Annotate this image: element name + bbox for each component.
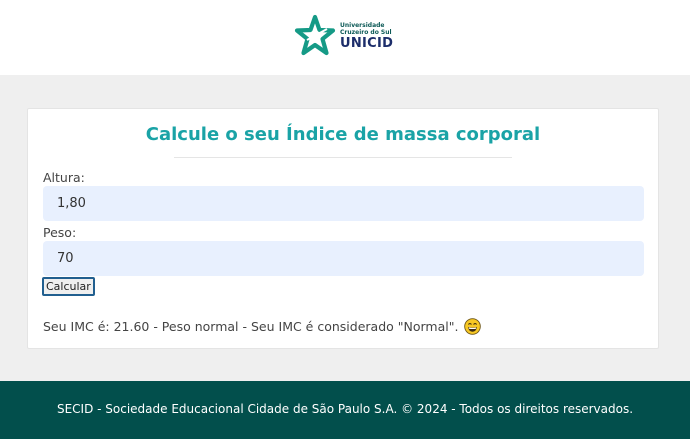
title-divider (174, 157, 512, 158)
grinning-face-emoji-icon (464, 318, 482, 335)
bmi-calculator-card: Calcule o seu Índice de massa corporal A… (27, 108, 659, 349)
weight-input[interactable] (43, 241, 644, 276)
logo-line-1: Universidade (340, 22, 385, 29)
logo-line-2: Cruzeiro do Sul (340, 29, 392, 36)
site-footer: SECID - Sociedade Educacional Cidade de … (0, 381, 690, 439)
bmi-result: Seu IMC é: 21.60 - Peso normal - Seu IMC… (43, 318, 482, 335)
height-label: Altura: (43, 170, 85, 185)
logo-name: UNICID (340, 36, 394, 51)
height-input[interactable] (43, 186, 644, 221)
site-header: Universidade Cruzeiro do Sul UNICID (0, 0, 690, 75)
unicid-logo[interactable]: Universidade Cruzeiro do Sul UNICID (294, 14, 393, 58)
copyright-text: SECID - Sociedade Educacional Cidade de … (56, 402, 634, 416)
page-title: Calcule o seu Índice de massa corporal (145, 124, 541, 145)
result-text: Seu IMC é: 21.60 - Peso normal - Seu IMC… (43, 319, 459, 334)
weight-label: Peso: (43, 225, 77, 240)
logo-text: Universidade Cruzeiro do Sul UNICID (340, 22, 393, 50)
calculate-button[interactable]: Calcular (42, 277, 95, 296)
star-logo-icon (294, 14, 336, 56)
